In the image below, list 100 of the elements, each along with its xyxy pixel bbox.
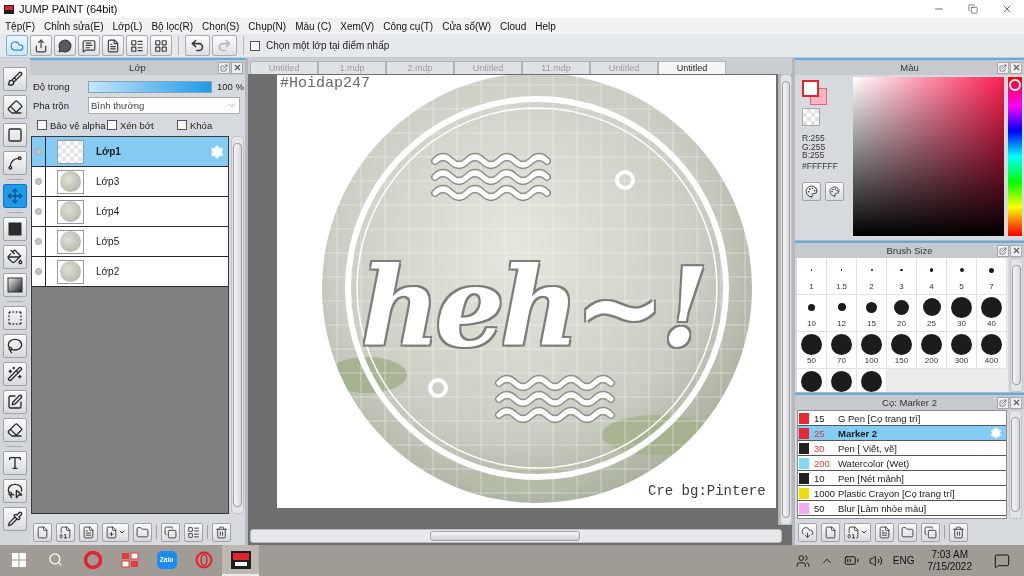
brush-size-option[interactable]: 50 <box>797 332 827 369</box>
move-tool-button[interactable] <box>3 184 27 208</box>
eyedropper-tool-button[interactable] <box>3 507 27 531</box>
menu-item[interactable]: Chỉnh sửa(E) <box>41 18 107 34</box>
brush-size-option[interactable]: 7 <box>977 258 1007 295</box>
folder-button[interactable] <box>133 522 152 542</box>
taskbar-button[interactable] <box>222 545 259 576</box>
document-tab[interactable]: Untitled <box>658 61 726 74</box>
visibility-toggle[interactable] <box>35 268 42 275</box>
menu-item[interactable]: Lớp(L) <box>109 18 146 34</box>
menu-item[interactable]: Tệp(F) <box>2 18 38 34</box>
checkbox[interactable] <box>107 120 117 130</box>
pop-out-button[interactable] <box>997 61 1009 74</box>
brush-size-option[interactable]: 2 <box>857 258 887 295</box>
palette-button[interactable] <box>802 181 821 201</box>
brush-size-option[interactable]: 12 <box>827 295 857 332</box>
message-button[interactable] <box>78 35 100 56</box>
pop-out-button[interactable] <box>218 61 230 74</box>
brush-list-item[interactable]: 50 Blur [Làm nhòe màu] <box>798 501 1006 516</box>
merge-button[interactable] <box>184 522 203 542</box>
brush-size-option[interactable]: 5 <box>947 258 977 295</box>
brush-size-option[interactable]: 3 <box>887 258 917 295</box>
brush-list-item[interactable]: 200 Watercolor (Wet) <box>798 456 1006 471</box>
visibility-toggle[interactable] <box>35 148 42 155</box>
bucket-tool-button[interactable] <box>3 245 27 269</box>
scrollbar-thumb[interactable] <box>430 531 580 541</box>
transparent-swatch[interactable] <box>802 108 820 126</box>
brush-size-option[interactable]: 4 <box>917 258 947 295</box>
pop-out-button[interactable] <box>997 244 1009 257</box>
layer-type-button[interactable] <box>79 522 98 542</box>
undo-button[interactable] <box>185 35 210 56</box>
delete-button[interactable] <box>949 522 968 542</box>
layer-list-item[interactable]: Lớp3 <box>32 167 228 197</box>
layer-list-item[interactable]: Lớp4 <box>32 197 228 227</box>
brush-size-option[interactable]: 20 <box>887 295 917 332</box>
lasso-select-tool-button[interactable] <box>3 479 27 503</box>
duplicate-button[interactable] <box>161 522 180 542</box>
brush-size-option[interactable]: 200 <box>917 332 947 369</box>
scrollbar-thumb[interactable] <box>782 81 790 518</box>
brush-type-button[interactable] <box>844 522 871 542</box>
brush-size-option[interactable]: 30 <box>947 295 977 332</box>
close-button[interactable] <box>1010 244 1022 257</box>
brush-tool-button[interactable] <box>3 67 27 91</box>
share-button[interactable] <box>30 35 52 56</box>
list-button[interactable] <box>126 35 148 56</box>
gradient-tool-button[interactable] <box>3 273 27 297</box>
brush-list-item[interactable]: 30 Pen [ Viết, vẽ] <box>798 441 1006 456</box>
brush-size-option[interactable]: 25 <box>917 295 947 332</box>
brush-size-option[interactable]: 1.5 <box>827 258 857 295</box>
menu-item[interactable]: Cửa sổ(W) <box>439 18 495 34</box>
hue-bar[interactable] <box>1008 77 1022 236</box>
menu-item[interactable]: Cloud <box>497 18 530 34</box>
curve-tool-button[interactable] <box>3 151 27 175</box>
comment-button[interactable] <box>54 35 76 56</box>
new-layer-button[interactable] <box>33 522 52 542</box>
layer-list-item[interactable]: Lớp2 <box>32 257 228 287</box>
rectangle-select-tool-button[interactable] <box>3 306 27 330</box>
pop-out-button[interactable] <box>997 396 1009 409</box>
folder-button[interactable] <box>898 522 917 542</box>
menu-item[interactable]: Xem(V) <box>337 18 378 34</box>
scrollbar-thumb[interactable] <box>1011 417 1020 512</box>
clock-button[interactable]: 7:03 AM 7/15/2022 <box>919 545 980 576</box>
menu-item[interactable]: Công cụ(T) <box>380 18 437 34</box>
document-button[interactable] <box>102 35 124 56</box>
visibility-toggle[interactable] <box>35 178 42 185</box>
scrollbar-thumb[interactable] <box>233 143 242 507</box>
text-tool-button[interactable] <box>3 451 27 475</box>
brush-size-option[interactable]: 70 <box>827 332 857 369</box>
close-button[interactable] <box>1010 396 1022 409</box>
menu-item[interactable]: Chọn(S) <box>199 18 243 34</box>
brush-list-item[interactable]: 25 Marker 2 <box>798 426 1006 441</box>
scrollbar-thumb[interactable] <box>1012 265 1021 385</box>
brush-size-option[interactable]: 100 <box>857 332 887 369</box>
text-page-button[interactable] <box>875 522 894 542</box>
brush-list-item[interactable]: 15 G Pen [Cọ trang trí] <box>798 411 1006 426</box>
grid-button[interactable] <box>150 35 172 56</box>
checkbox[interactable] <box>250 40 260 51</box>
select-pen-tool-button[interactable] <box>3 390 27 414</box>
brush-size-option[interactable]: 10 <box>797 295 827 332</box>
checkbox[interactable] <box>177 120 187 130</box>
blend-mode-dropdown[interactable]: Bình thường <box>88 97 240 114</box>
duplicate-button[interactable] <box>921 522 940 542</box>
menu-item[interactable]: Bộ lọc(R) <box>148 18 197 34</box>
palette-edit-button[interactable] <box>825 181 844 201</box>
layer-list-item[interactable]: Lớp1 <box>32 137 228 167</box>
visibility-toggle[interactable] <box>35 208 42 215</box>
rectangle-tool-button[interactable] <box>3 123 27 147</box>
brush-size-option[interactable]: 15 <box>857 295 887 332</box>
opacity-slider[interactable] <box>88 80 212 93</box>
eraser-tool-button[interactable] <box>3 95 27 119</box>
select-eraser-tool-button[interactable] <box>3 418 27 442</box>
add-layer-button[interactable] <box>102 522 129 542</box>
color-swatches-icon[interactable] <box>802 80 827 105</box>
color-field[interactable] <box>853 77 1004 236</box>
download-button[interactable] <box>798 522 817 542</box>
close-button[interactable] <box>1010 61 1022 74</box>
brush-size-option[interactable]: 300 <box>947 332 977 369</box>
close-button[interactable] <box>231 61 243 74</box>
visibility-toggle[interactable] <box>35 238 42 245</box>
fill-rectangle-tool-button[interactable] <box>3 217 27 241</box>
